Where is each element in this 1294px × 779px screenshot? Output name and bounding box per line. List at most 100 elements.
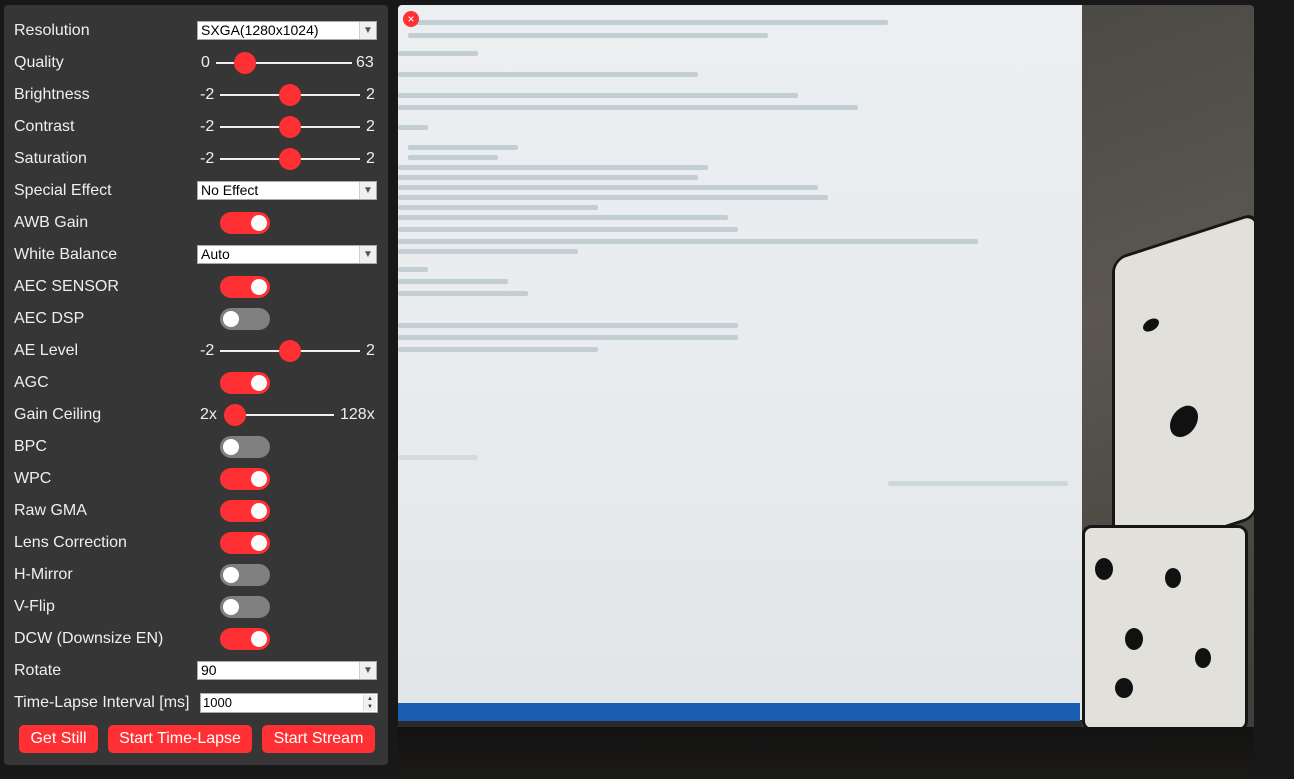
chevron-down-icon: ▼ xyxy=(359,246,376,263)
h-mirror-row: H-Mirror xyxy=(4,559,388,591)
white-balance-value: Auto xyxy=(201,246,230,262)
saturation-row: Saturation -2 2 xyxy=(4,143,388,175)
rotate-select[interactable]: 90 ▼ xyxy=(197,661,377,680)
timelapse-interval-label: Time-Lapse Interval [ms] xyxy=(14,694,190,711)
start-timelapse-button[interactable]: Start Time-Lapse xyxy=(108,725,252,753)
quality-max: 63 xyxy=(356,54,374,71)
toggle-knob xyxy=(251,503,267,519)
slider-thumb[interactable] xyxy=(234,52,257,74)
h-mirror-label: H-Mirror xyxy=(14,566,73,583)
brightness-label: Brightness xyxy=(14,86,90,103)
aec-dsp-row: AEC DSP xyxy=(4,303,388,335)
aec-sensor-toggle[interactable] xyxy=(220,276,270,298)
settings-panel: Resolution SXGA(1280x1024) ▼ Quality 0 6… xyxy=(4,5,388,765)
v-flip-toggle[interactable] xyxy=(220,596,270,618)
rotate-value: 90 xyxy=(201,662,217,678)
gain-ceiling-min: 2x xyxy=(200,406,217,423)
brightness-min: -2 xyxy=(200,86,215,103)
toggle-knob xyxy=(251,375,267,391)
lens-correction-row: Lens Correction xyxy=(4,527,388,559)
agc-row: AGC xyxy=(4,367,388,399)
aec-sensor-label: AEC SENSOR xyxy=(14,278,119,295)
h-mirror-toggle[interactable] xyxy=(220,564,270,586)
contrast-label: Contrast xyxy=(14,118,75,135)
slider-thumb[interactable] xyxy=(279,84,301,106)
brightness-slider[interactable] xyxy=(220,84,360,106)
lens-correction-label: Lens Correction xyxy=(14,534,127,551)
awb-gain-row: AWB Gain xyxy=(4,207,388,239)
timelapse-interval-value: 1000 xyxy=(203,695,232,710)
toggle-knob xyxy=(251,471,267,487)
close-stream-button[interactable]: × xyxy=(403,11,419,27)
v-flip-row: V-Flip xyxy=(4,591,388,623)
chevron-down-icon: ▼ xyxy=(359,22,376,39)
raw-gma-label: Raw GMA xyxy=(14,502,87,519)
slider-thumb[interactable] xyxy=(279,340,301,362)
timelapse-interval-input[interactable]: 1000 ▲ ▼ xyxy=(200,693,378,713)
saturation-label: Saturation xyxy=(14,150,87,167)
toggle-knob xyxy=(251,279,267,295)
timelapse-interval-row: Time-Lapse Interval [ms] 1000 ▲ ▼ xyxy=(4,687,388,719)
dcw-row: DCW (Downsize EN) xyxy=(4,623,388,655)
agc-label: AGC xyxy=(14,374,49,391)
bpc-row: BPC xyxy=(4,431,388,463)
dcw-toggle[interactable] xyxy=(220,628,270,650)
special-effect-label: Special Effect xyxy=(14,182,112,199)
toggle-knob xyxy=(251,215,267,231)
slider-thumb[interactable] xyxy=(224,404,246,426)
bpc-toggle[interactable] xyxy=(220,436,270,458)
contrast-row: Contrast -2 2 xyxy=(4,111,388,143)
ae-level-max: 2 xyxy=(366,342,375,359)
v-flip-label: V-Flip xyxy=(14,598,55,615)
lens-correction-toggle[interactable] xyxy=(220,532,270,554)
spinner-icon[interactable]: ▲ ▼ xyxy=(363,695,376,711)
wpc-row: WPC xyxy=(4,463,388,495)
resolution-value: SXGA(1280x1024) xyxy=(201,22,319,38)
slider-thumb[interactable] xyxy=(279,148,301,170)
aec-dsp-toggle[interactable] xyxy=(220,308,270,330)
resolution-select[interactable]: SXGA(1280x1024) ▼ xyxy=(197,21,377,40)
ae-level-min: -2 xyxy=(200,342,215,359)
awb-gain-toggle[interactable] xyxy=(220,212,270,234)
white-balance-select[interactable]: Auto ▼ xyxy=(197,245,377,264)
special-effect-row: Special Effect No Effect ▼ xyxy=(4,175,388,207)
toggle-knob xyxy=(223,599,239,615)
toggle-knob xyxy=(251,631,267,647)
aec-dsp-label: AEC DSP xyxy=(14,310,85,327)
toggle-knob xyxy=(251,535,267,551)
quality-row: Quality 0 63 xyxy=(4,47,388,79)
special-effect-select[interactable]: No Effect ▼ xyxy=(197,181,377,200)
resolution-row: Resolution SXGA(1280x1024) ▼ xyxy=(4,15,388,47)
start-stream-button[interactable]: Start Stream xyxy=(262,725,375,753)
wpc-toggle[interactable] xyxy=(220,468,270,490)
gain-ceiling-slider[interactable] xyxy=(224,404,334,426)
toggle-knob xyxy=(223,311,239,327)
quality-slider[interactable] xyxy=(216,52,352,74)
close-icon: × xyxy=(407,12,415,26)
toggle-knob xyxy=(223,439,239,455)
ae-level-label: AE Level xyxy=(14,342,79,359)
dice-scene xyxy=(1082,5,1254,731)
stream-image xyxy=(398,5,1088,721)
slider-thumb[interactable] xyxy=(279,116,301,138)
gain-ceiling-label: Gain Ceiling xyxy=(14,406,102,423)
contrast-slider[interactable] xyxy=(220,116,360,138)
saturation-slider[interactable] xyxy=(220,148,360,170)
bpc-label: BPC xyxy=(14,438,47,455)
resolution-label: Resolution xyxy=(14,22,90,39)
contrast-min: -2 xyxy=(200,118,215,135)
brightness-row: Brightness -2 2 xyxy=(4,79,388,111)
gain-ceiling-max: 128x xyxy=(340,406,375,423)
dcw-label: DCW (Downsize EN) xyxy=(14,630,164,647)
get-still-button[interactable]: Get Still xyxy=(19,725,98,753)
image-bottom-area xyxy=(398,727,1254,779)
gain-ceiling-row: Gain Ceiling 2x 128x xyxy=(4,399,388,431)
awb-gain-label: AWB Gain xyxy=(14,214,89,231)
brightness-max: 2 xyxy=(366,86,375,103)
raw-gma-toggle[interactable] xyxy=(220,500,270,522)
saturation-min: -2 xyxy=(200,150,215,167)
ae-level-slider[interactable] xyxy=(220,340,360,362)
toggle-knob xyxy=(223,567,239,583)
saturation-max: 2 xyxy=(366,150,375,167)
agc-toggle[interactable] xyxy=(220,372,270,394)
